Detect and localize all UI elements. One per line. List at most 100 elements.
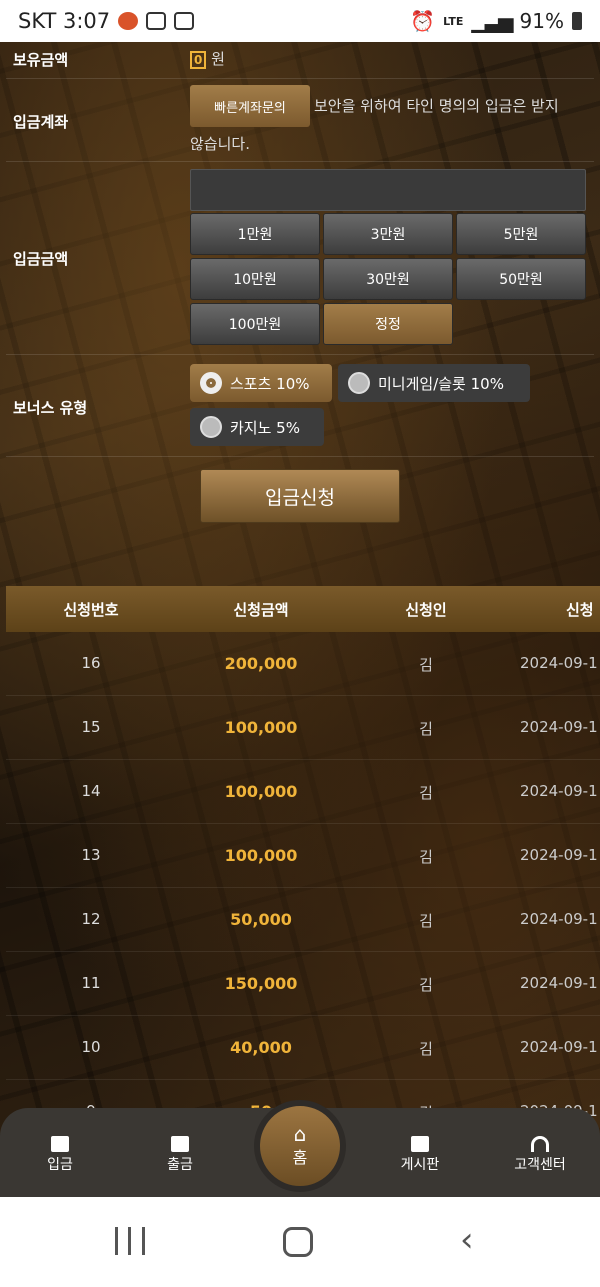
cell-applicant: 김 xyxy=(419,720,433,738)
amount-reset-button[interactable]: 정정 xyxy=(323,303,453,345)
cell-request-no: 15 xyxy=(81,718,101,736)
battery-icon xyxy=(572,12,582,30)
cell-request-amount: 100,000 xyxy=(224,782,298,801)
bonus-option-label: 스포츠 10% xyxy=(230,374,310,393)
nav-withdraw-label: 출금 xyxy=(167,1157,193,1173)
balance-label: 보유금액 xyxy=(13,51,69,69)
balance-amount: 0 xyxy=(190,51,207,69)
cell-applicant: 김 xyxy=(419,848,433,866)
amount-button-grid: 1만원 3만원 5만원 10만원 30만원 50만원 100만원 정정 xyxy=(190,213,586,345)
alarm-icon: ⏰ xyxy=(410,9,436,33)
table-row: 13 100,000 김 2024-09-1 xyxy=(6,824,600,888)
balance-row: 보유금액 0 원 xyxy=(6,42,594,79)
table-row: 16 200,000 김 2024-09-1 xyxy=(6,632,600,696)
balance-value: 0 원 xyxy=(190,48,225,69)
android-navigation-bar: ‹ xyxy=(0,1197,600,1287)
nav-deposit-label: 입금 xyxy=(47,1157,73,1173)
amount-3man-button[interactable]: 3만원 xyxy=(323,213,453,255)
cell-request-amount: 100,000 xyxy=(224,846,298,865)
deposit-submit-button[interactable]: 입금신청 xyxy=(200,469,400,523)
amount-30man-button[interactable]: 30만원 xyxy=(323,258,453,300)
signal-icon: ▁▃▅ xyxy=(471,9,513,33)
balance-unit: 원 xyxy=(211,50,225,68)
radio-selected-icon xyxy=(200,372,222,394)
col-request-no: 신청번호 xyxy=(63,600,119,619)
amount-5man-button[interactable]: 5만원 xyxy=(456,213,586,255)
account-row: 입금계좌 빠른계좌문의 보안을 위하여 타인 명의의 입금은 받지 않습니다. xyxy=(6,79,594,162)
nav-home-button[interactable]: ⌂ 홈 xyxy=(254,1100,346,1192)
status-bar: SKT 3:07 ⏰ LTE ▁▃▅ 91% xyxy=(0,0,600,42)
radio-unselected-icon xyxy=(348,372,370,394)
account-note-line2: 않습니다. xyxy=(190,135,250,153)
cell-request-no: 16 xyxy=(81,654,101,672)
amount-100man-button[interactable]: 100만원 xyxy=(190,303,320,345)
amount-50man-button[interactable]: 50만원 xyxy=(456,258,586,300)
deposit-page: 보유금액 0 원 입금계좌 빠른계좌문의 보안을 위하여 타인 명의의 입금은 … xyxy=(0,42,600,1197)
cell-applicant: 김 xyxy=(419,784,433,802)
bonus-option-minigame-slot[interactable]: 미니게임/슬롯 10% xyxy=(338,364,530,402)
home-circle-icon[interactable] xyxy=(283,1227,313,1257)
account-note-line1: 보안을 위하여 타인 명의의 입금은 받지 xyxy=(314,97,559,115)
bonus-option-casino[interactable]: 카지노 5% xyxy=(190,408,324,446)
cell-request-date: 2024-09-1 xyxy=(520,910,598,928)
cell-request-date: 2024-09-1 xyxy=(520,846,598,864)
nav-support-label: 고객센터 xyxy=(514,1157,566,1173)
gift-icon xyxy=(411,1136,429,1152)
cell-request-amount: 50,000 xyxy=(230,910,292,929)
home-icon: ⌂ xyxy=(293,1122,307,1146)
cell-applicant: 김 xyxy=(419,656,433,674)
radio-unselected-icon xyxy=(200,416,222,438)
carrier-time: SKT 3:07 xyxy=(18,9,111,33)
table-row: 15 100,000 김 2024-09-1 xyxy=(6,696,600,760)
headset-icon xyxy=(531,1136,549,1152)
bonus-option-label: 카지노 5% xyxy=(230,418,300,437)
calendar-icon xyxy=(174,12,195,30)
nav-withdraw[interactable]: 출금 xyxy=(130,1136,230,1174)
cell-request-date: 2024-09-1 xyxy=(520,654,598,672)
battery-level: 91% xyxy=(519,9,564,33)
money-icon xyxy=(51,1136,69,1152)
cell-request-amount: 40,000 xyxy=(230,1038,292,1057)
cell-request-no: 14 xyxy=(81,782,101,800)
table-row: 10 40,000 김 2024-09-1 xyxy=(6,1016,600,1080)
cell-applicant: 김 xyxy=(419,976,433,994)
nav-support[interactable]: 고객센터 xyxy=(490,1136,590,1174)
gallery-icon xyxy=(146,12,167,30)
back-icon[interactable]: ‹ xyxy=(460,1223,474,1257)
nav-deposit[interactable]: 입금 xyxy=(10,1136,110,1174)
cell-request-date: 2024-09-1 xyxy=(520,1038,598,1056)
nav-board-label: 게시판 xyxy=(400,1157,440,1173)
amount-10man-button[interactable]: 10만원 xyxy=(190,258,320,300)
table-row: 12 50,000 김 2024-09-1 xyxy=(6,888,600,952)
history-table-header: 신청번호 신청금액 신청인 신청 xyxy=(6,586,600,632)
cell-applicant: 김 xyxy=(419,912,433,930)
cell-request-amount: 150,000 xyxy=(224,974,298,993)
cell-request-no: 12 xyxy=(81,910,101,928)
amount-input[interactable] xyxy=(190,169,586,211)
nav-board[interactable]: 게시판 xyxy=(370,1136,470,1174)
table-row: 14 100,000 김 2024-09-1 xyxy=(6,760,600,824)
bonus-label: 보너스 유형 xyxy=(13,399,88,417)
amount-1man-button[interactable]: 1만원 xyxy=(190,213,320,255)
quick-account-inquiry-button[interactable]: 빠른계좌문의 xyxy=(190,85,310,127)
cell-request-amount: 200,000 xyxy=(224,654,298,673)
amount-label: 입금금액 xyxy=(13,250,69,268)
table-row: 11 150,000 김 2024-09-1 xyxy=(6,952,600,1016)
recent-apps-icon[interactable] xyxy=(115,1227,145,1255)
nav-home-label: 홈 xyxy=(292,1148,308,1167)
app-notification-icon xyxy=(118,12,139,30)
col-request-amount: 신청금액 xyxy=(233,600,289,619)
cell-applicant: 김 xyxy=(419,1040,433,1058)
cell-request-date: 2024-09-1 xyxy=(520,974,598,992)
money-exchange-icon xyxy=(171,1136,189,1152)
cell-request-amount: 100,000 xyxy=(224,718,298,737)
network-label: LTE xyxy=(443,14,464,28)
bonus-option-sports[interactable]: 스포츠 10% xyxy=(190,364,332,402)
cell-request-no: 11 xyxy=(81,974,101,992)
cell-request-no: 10 xyxy=(81,1038,101,1056)
cell-request-no: 13 xyxy=(81,846,101,864)
cell-request-date: 2024-09-1 xyxy=(520,718,598,736)
bonus-option-label: 미니게임/슬롯 10% xyxy=(378,374,504,393)
account-label: 입금계좌 xyxy=(13,113,69,131)
cell-request-date: 2024-09-1 xyxy=(520,782,598,800)
